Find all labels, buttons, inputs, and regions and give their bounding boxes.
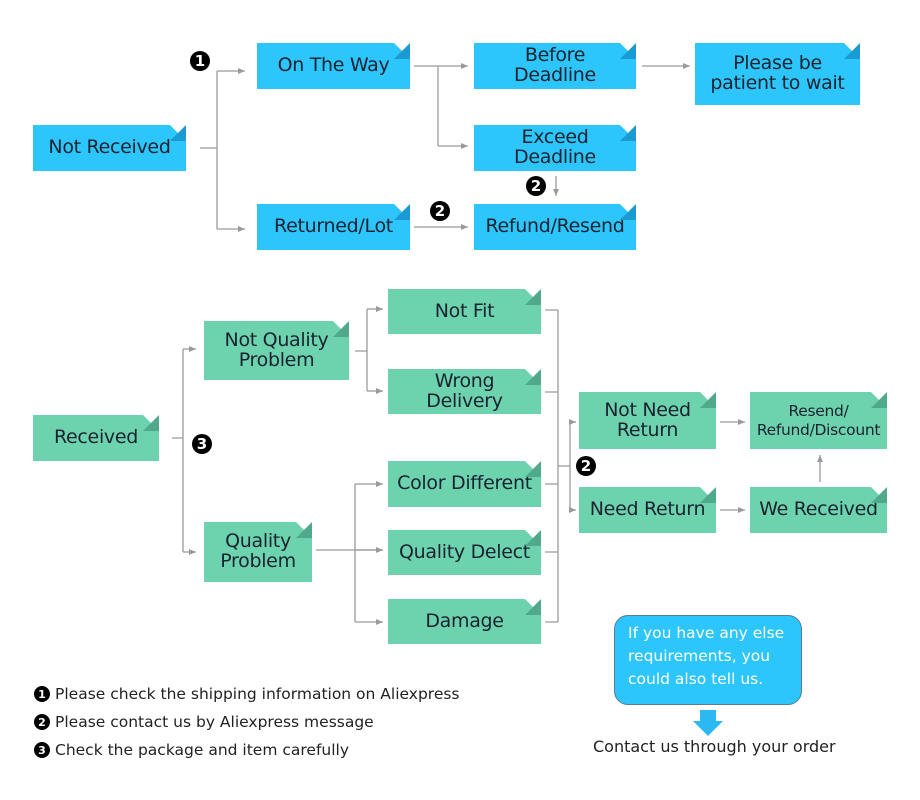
page-fold-icon: [525, 369, 541, 385]
page-fold-icon: [296, 522, 312, 538]
node-damage: Damage: [388, 599, 541, 644]
badge-2: 2: [430, 201, 450, 221]
node-exceed-deadline: Exceed Deadline: [474, 125, 636, 171]
node-color-different: Color Different: [388, 461, 541, 507]
page-fold-icon: [394, 204, 410, 220]
node-received: Received: [33, 415, 159, 461]
node-before-deadline: Before Deadline: [474, 43, 636, 89]
node-not-received: Not Received: [33, 125, 186, 171]
node-on-the-way: On The Way: [257, 43, 410, 89]
legend-item: 1 Please check the shipping information …: [34, 685, 460, 703]
connector-quality-trunk: [316, 484, 383, 622]
page-fold-icon: [844, 43, 860, 59]
page-fold-icon: [871, 392, 887, 408]
legend-item: 3 Check the package and item carefully: [34, 741, 349, 759]
page-fold-icon: [700, 392, 716, 408]
node-quality-defect: Quality Delect: [388, 530, 541, 575]
page-fold-icon: [394, 43, 410, 59]
node-please-wait: Please be patient to wait: [695, 43, 860, 105]
node-we-received: We Received: [750, 487, 887, 533]
node-not-need-return: Not Need Return: [579, 392, 716, 449]
badge-2: 2: [576, 456, 596, 476]
page-fold-icon: [333, 321, 349, 337]
node-resend-refund-discount: Resend/ Refund/Discount: [750, 392, 887, 449]
badge-2: 2: [34, 714, 50, 730]
page-fold-icon: [525, 530, 541, 546]
connector-merge: [545, 309, 571, 623]
page-fold-icon: [525, 461, 541, 477]
node-need-return: Need Return: [579, 487, 716, 533]
connector-ontheway-trunk: [414, 65, 439, 146]
node-not-fit: Not Fit: [388, 289, 541, 334]
page-fold-icon: [143, 415, 159, 431]
badge-1: 1: [190, 51, 210, 71]
page-fold-icon: [525, 289, 541, 305]
node-wrong-delivery: Wrong Delivery: [388, 369, 541, 414]
contact-text: Contact us through your order: [593, 737, 836, 756]
connector-notquality-trunk: [355, 309, 368, 391]
badge-3: 3: [192, 434, 212, 454]
page-fold-icon: [620, 204, 636, 220]
page-fold-icon: [700, 487, 716, 503]
node-refund-resend: Refund/Resend: [474, 204, 636, 250]
node-returned-lot: Returned/Lot: [257, 204, 410, 250]
connector-notreceived-trunk: [200, 71, 218, 229]
badge-2: 2: [526, 176, 546, 196]
page-fold-icon: [871, 487, 887, 503]
arrow-down-icon: [693, 710, 723, 736]
legend-item: 2 Please contact us by Aliexpress messag…: [34, 713, 374, 731]
node-not-quality-problem: Not Quality Problem: [204, 321, 349, 380]
page-fold-icon: [620, 43, 636, 59]
node-quality-problem: Quality Problem: [204, 522, 312, 582]
connector-received-trunk: [172, 349, 184, 552]
badge-3: 3: [34, 742, 50, 758]
page-fold-icon: [170, 125, 186, 141]
requirements-note: If you have any else requirements, you c…: [614, 615, 802, 705]
page-fold-icon: [525, 599, 541, 615]
page-fold-icon: [620, 125, 636, 141]
badge-1: 1: [34, 686, 50, 702]
